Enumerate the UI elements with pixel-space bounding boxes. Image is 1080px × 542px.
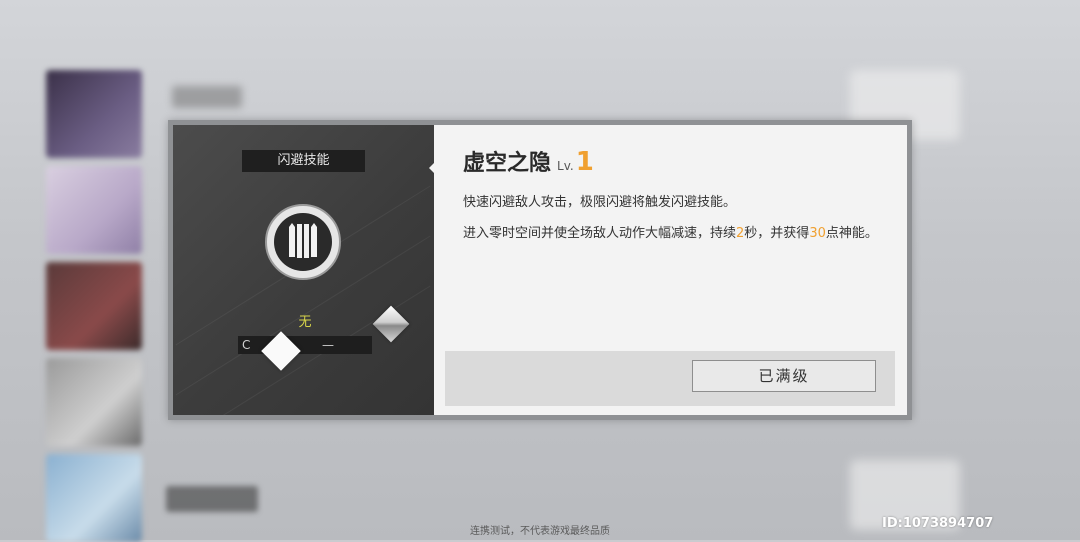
character-portrait[interactable] (46, 358, 142, 446)
skill-icon-core (274, 213, 332, 271)
level-label: Lv. (557, 159, 574, 173)
skill-detail-dialog: 闪避技能 无 C — 虚空之隐 Lv.1 快速闪避敌人攻击，极限闪避将触发闪避技… (168, 120, 912, 420)
skill-type-label: 闪避技能 (242, 150, 365, 172)
skill-title: 虚空之隐 Lv.1 (463, 145, 594, 177)
level-value: 1 (575, 147, 594, 177)
skill-icon-glyph (289, 223, 317, 258)
bg-tag (172, 86, 242, 108)
max-level-button[interactable]: 已满级 (692, 360, 876, 392)
character-portrait[interactable] (46, 166, 142, 254)
user-id: ID:1073894707 (882, 516, 994, 531)
skill-description-2: 进入零时空间并使全场敌人动作大幅减速，持续2秒，并获得30点神能。 (463, 225, 893, 243)
skill-name: 虚空之隐 (463, 151, 552, 176)
void-slash-icon (265, 204, 341, 280)
cost-value: 无 (298, 315, 312, 330)
bg-footer-button (166, 486, 258, 512)
cost-bar: C — (238, 336, 372, 354)
upgrade-footer: 已满级 (445, 351, 895, 406)
desc-text: 秒，并获得 (744, 226, 810, 241)
skill-preview-panel: 闪避技能 无 C — (173, 125, 434, 415)
desc-text: 进入零时空间并使全场敌人动作大幅减速，持续 (463, 226, 737, 241)
character-portrait[interactable] (46, 262, 142, 350)
cost-bar-label: C (242, 338, 251, 352)
energy-value: 30 (809, 226, 826, 241)
cost-bar-value: — (322, 338, 334, 352)
desc-text: 点神能。 (825, 226, 878, 241)
skill-info-panel: 虚空之隐 Lv.1 快速闪避敌人攻击，极限闪避将触发闪避技能。 进入零时空间并使全… (434, 125, 907, 415)
skill-description-1: 快速闪避敌人攻击，极限闪避将触发闪避技能。 (463, 195, 737, 210)
character-portrait[interactable] (46, 70, 142, 158)
crystal-icon (372, 305, 410, 343)
character-portrait-list (46, 70, 142, 542)
